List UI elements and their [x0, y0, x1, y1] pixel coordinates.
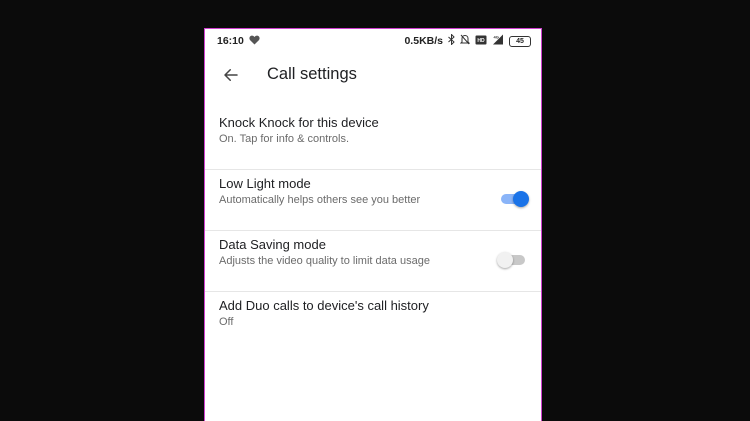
toggle-thumb — [497, 252, 513, 268]
page-title: Call settings — [267, 65, 357, 83]
setting-knock-knock[interactable]: Knock Knock for this device On. Tap for … — [205, 109, 541, 170]
status-right: 0.5KB/s HD 4G 45 — [404, 33, 531, 48]
low-light-toggle[interactable] — [501, 191, 529, 207]
setting-data-saving-mode[interactable]: Data Saving mode Adjusts the video quali… — [205, 231, 541, 292]
bluetooth-icon — [448, 33, 455, 48]
status-bar: 16:10 0.5KB/s HD 4G 45 — [205, 29, 541, 53]
app-toolbar: Call settings — [205, 57, 541, 93]
arrow-left-icon[interactable] — [219, 63, 243, 87]
volte-icon: HD — [475, 35, 487, 48]
svg-text:4G: 4G — [494, 35, 499, 40]
battery-level: 45 — [516, 37, 524, 45]
status-time: 16:10 — [217, 35, 244, 47]
settings-list: Knock Knock for this device On. Tap for … — [205, 109, 541, 353]
data-saving-toggle[interactable] — [497, 252, 525, 268]
setting-title: Knock Knock for this device — [219, 115, 379, 130]
svg-text:HD: HD — [477, 38, 485, 44]
mute-icon — [459, 34, 471, 48]
battery-icon: 45 — [509, 35, 531, 47]
phone-screen: 16:10 0.5KB/s HD 4G 45 Call settings Kno… — [204, 28, 542, 421]
heart-icon — [249, 35, 260, 48]
setting-title: Data Saving mode — [219, 237, 326, 252]
status-left: 16:10 — [217, 35, 260, 48]
signal-4g-icon: 4G — [492, 34, 504, 48]
setting-call-history[interactable]: Add Duo calls to device's call history O… — [205, 292, 541, 353]
setting-subtitle: Off — [219, 316, 234, 328]
setting-title: Low Light mode — [219, 176, 311, 191]
setting-low-light-mode[interactable]: Low Light mode Automatically helps other… — [205, 170, 541, 231]
setting-subtitle: Automatically helps others see you bette… — [219, 194, 421, 206]
setting-subtitle: On. Tap for info & controls. — [219, 133, 350, 145]
setting-title: Add Duo calls to device's call history — [219, 298, 429, 313]
setting-subtitle: Adjusts the video quality to limit data … — [219, 255, 430, 267]
toggle-thumb — [513, 191, 529, 207]
network-speed: 0.5KB/s — [404, 35, 443, 47]
